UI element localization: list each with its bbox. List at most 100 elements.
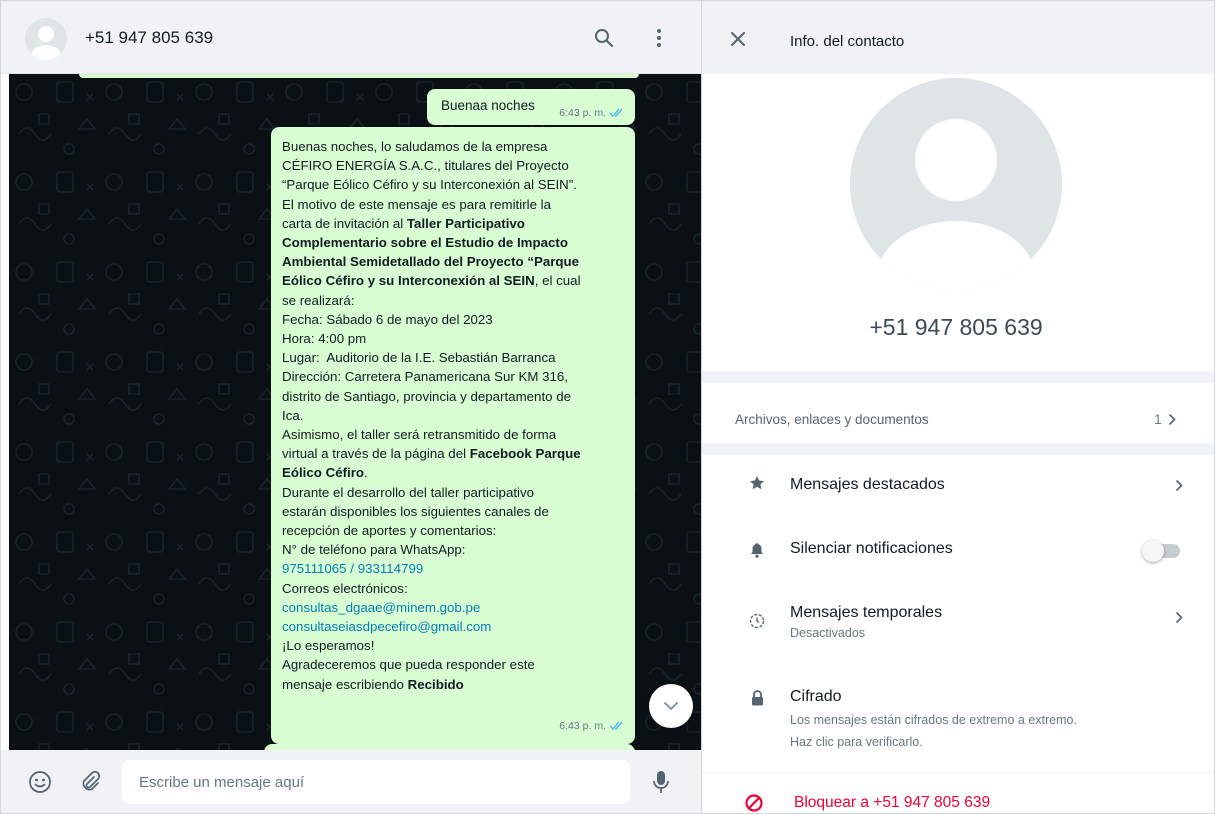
message-line: Asimismo, el taller será retransmitido d… [282, 427, 557, 443]
message-line: CÉFIRO ENERGÍA S.A.C., titulares del Pro… [282, 158, 569, 174]
message-line: Lugar: Auditorio de la I.E. Sebastián Ba… [282, 350, 556, 366]
message-line: Buenas noches, lo saludamos de la empres… [282, 139, 548, 154]
message-line: Dirección: Carretera Panamericana Sur KM… [282, 369, 569, 385]
disappearing-messages-status: Desactivados [790, 626, 866, 640]
message-line: Durante el desarrollo del taller partici… [282, 484, 535, 500]
message-time: 6:43 p. m. [559, 719, 606, 732]
mute-toggle[interactable] [1142, 540, 1180, 562]
message-bold-text: Eólico Céfiro y su Interconexión al SEIN [282, 273, 535, 289]
message-list[interactable]: Buenaa noches 6:43 p. m. Buenas noches, … [9, 74, 701, 750]
contact-phone-number: +51 947 805 639 [869, 314, 1043, 340]
avatar-body [31, 45, 61, 60]
media-count-value: 1 [1154, 411, 1162, 427]
message-time: 6:43 p. m. [559, 107, 606, 119]
media-links-docs-label: Archivos, enlaces y documentos [735, 412, 929, 427]
starred-messages-label: Mensajes destacados [790, 476, 945, 493]
chat-header[interactable]: +51 947 805 639 [1, 1, 701, 74]
message-line: El motivo de este mensaje es para remiti… [282, 196, 552, 212]
email-link[interactable]: consultas_dgaae@minem.gob.pe [282, 598, 625, 617]
default-avatar-icon[interactable] [850, 78, 1062, 290]
read-double-check-icon [609, 721, 623, 731]
paperclip-icon[interactable] [77, 769, 103, 795]
message-line: Hora: 4:00 pm [282, 331, 367, 347]
previous-bubble-edge [79, 74, 639, 78]
message-line: Fecha: Sábado 6 de mayo del 2023 [282, 311, 493, 327]
contact-info-header: Info. del contacto [702, 1, 1214, 74]
mute-notifications-label: Silenciar notificaciones [790, 540, 953, 557]
profile-card: +51 947 805 639 [702, 74, 1214, 371]
avatar-body [877, 221, 1035, 290]
media-count: 1 [1154, 411, 1176, 427]
message-text: , el cual [534, 273, 581, 289]
message-line: estarán disponibles los siguientes canal… [282, 503, 549, 519]
kebab-menu-icon[interactable] [646, 25, 672, 51]
avatar-head [915, 119, 997, 201]
message-line: Eólico Céfiro. [282, 463, 625, 482]
email-link[interactable]: consultaseiasdpecefiro@gmail.com [282, 617, 625, 636]
microphone-icon[interactable] [648, 769, 674, 795]
message-line: Agradeceremos que pueda responder este [282, 657, 535, 673]
encryption-description: Los mensajes están cifrados de extremo a… [790, 713, 1077, 727]
outgoing-message[interactable]: Buenaa noches 6:43 p. m. [427, 89, 635, 125]
message-line: Ambiental Semidetallado del Proyecto “Pa… [282, 254, 580, 270]
lock-icon [747, 688, 767, 708]
whatsapp-web-window: +51 947 805 639 Buenaa noches 6:43 p. m.… [0, 0, 1215, 814]
message-line: Complementario sobre el Estudio de Impac… [282, 235, 568, 251]
message-text: . [364, 465, 368, 481]
message-line: virtual a través de la página del Facebo… [282, 444, 625, 463]
chat-pane: +51 947 805 639 Buenaa noches 6:43 p. m.… [1, 1, 701, 813]
starred-messages-row[interactable]: Mensajes destacados [702, 455, 1214, 515]
chevron-right-icon [1172, 478, 1186, 492]
message-text: / [346, 561, 358, 577]
read-double-check-icon [609, 108, 623, 118]
encryption-verify-hint: Haz clic para verificarlo. [790, 735, 923, 749]
default-avatar-icon[interactable] [25, 18, 67, 60]
disappearing-messages-row[interactable]: Mensajes temporales Desactivados [702, 581, 1214, 655]
message-line: Correos electrónicos: [282, 580, 408, 596]
message-text: mensaje escribiendo [282, 676, 408, 692]
chevron-right-icon [1172, 610, 1186, 624]
block-contact-row[interactable]: Bloquear a +51 947 805 639 [702, 772, 1214, 813]
message-line: se realizará: [282, 292, 355, 308]
message-line: “Parque Eólico Céfiro y su Interconexión… [282, 177, 577, 193]
message-meta: 6:43 p. m. [559, 107, 625, 119]
message-bold-text: Eólico Céfiro [282, 465, 365, 481]
search-icon[interactable] [591, 25, 617, 51]
media-links-docs-row[interactable]: Archivos, enlaces y documentos 1 [702, 383, 1214, 443]
timer-icon [747, 611, 767, 631]
message-text: Buenaa noches [441, 98, 535, 113]
phone-link[interactable]: 975111065 [282, 561, 347, 576]
message-line: 975111065 / 933114799 [282, 559, 625, 578]
message-bold-text: Taller Participativo [406, 215, 525, 231]
encryption-label: Cifrado [790, 688, 842, 705]
encryption-row[interactable]: Cifrado Los mensajes están cifrados de e… [702, 655, 1214, 772]
block-icon [745, 794, 763, 812]
bell-icon [747, 540, 767, 560]
emoji-icon[interactable] [27, 769, 53, 795]
settings-card: Mensajes destacados Silenciar notificaci… [702, 455, 1214, 772]
toggle-knob [1142, 540, 1164, 562]
outgoing-message[interactable]: Buenas noches, lo saludamos de la empres… [271, 127, 635, 744]
chat-contact-name[interactable]: +51 947 805 639 [85, 28, 213, 48]
phone-link[interactable]: 933114799 [358, 561, 424, 576]
message-line: ¡Lo esperamos! [282, 638, 375, 654]
message-text: virtual a través de la página del [282, 446, 470, 462]
chevron-right-icon [1168, 413, 1176, 425]
message-composer [1, 750, 701, 813]
star-icon [747, 473, 767, 493]
panel-title: Info. del contacto [790, 33, 905, 50]
message-line: mensaje escribiendo Recibido [282, 675, 625, 694]
scroll-down-button[interactable] [649, 684, 693, 728]
message-text: carta de invitación al [282, 215, 407, 231]
close-icon[interactable] [728, 29, 748, 49]
mute-notifications-row[interactable]: Silenciar notificaciones [702, 515, 1214, 581]
message-line: Eólico Céfiro y su Interconexión al SEIN… [282, 271, 625, 290]
disappearing-messages-label: Mensajes temporales [790, 604, 943, 621]
message-line: N° de teléfono para WhatsApp: [282, 542, 466, 558]
avatar-head [38, 26, 54, 42]
message-input[interactable] [122, 760, 630, 804]
message-line: recepción de aportes y comentarios: [282, 523, 497, 539]
message-bold-text: Recibido [407, 676, 464, 692]
contact-info-panel: Info. del contacto +51 947 805 639 Archi… [701, 1, 1214, 813]
block-contact-label: Bloquear a +51 947 805 639 [794, 794, 991, 811]
